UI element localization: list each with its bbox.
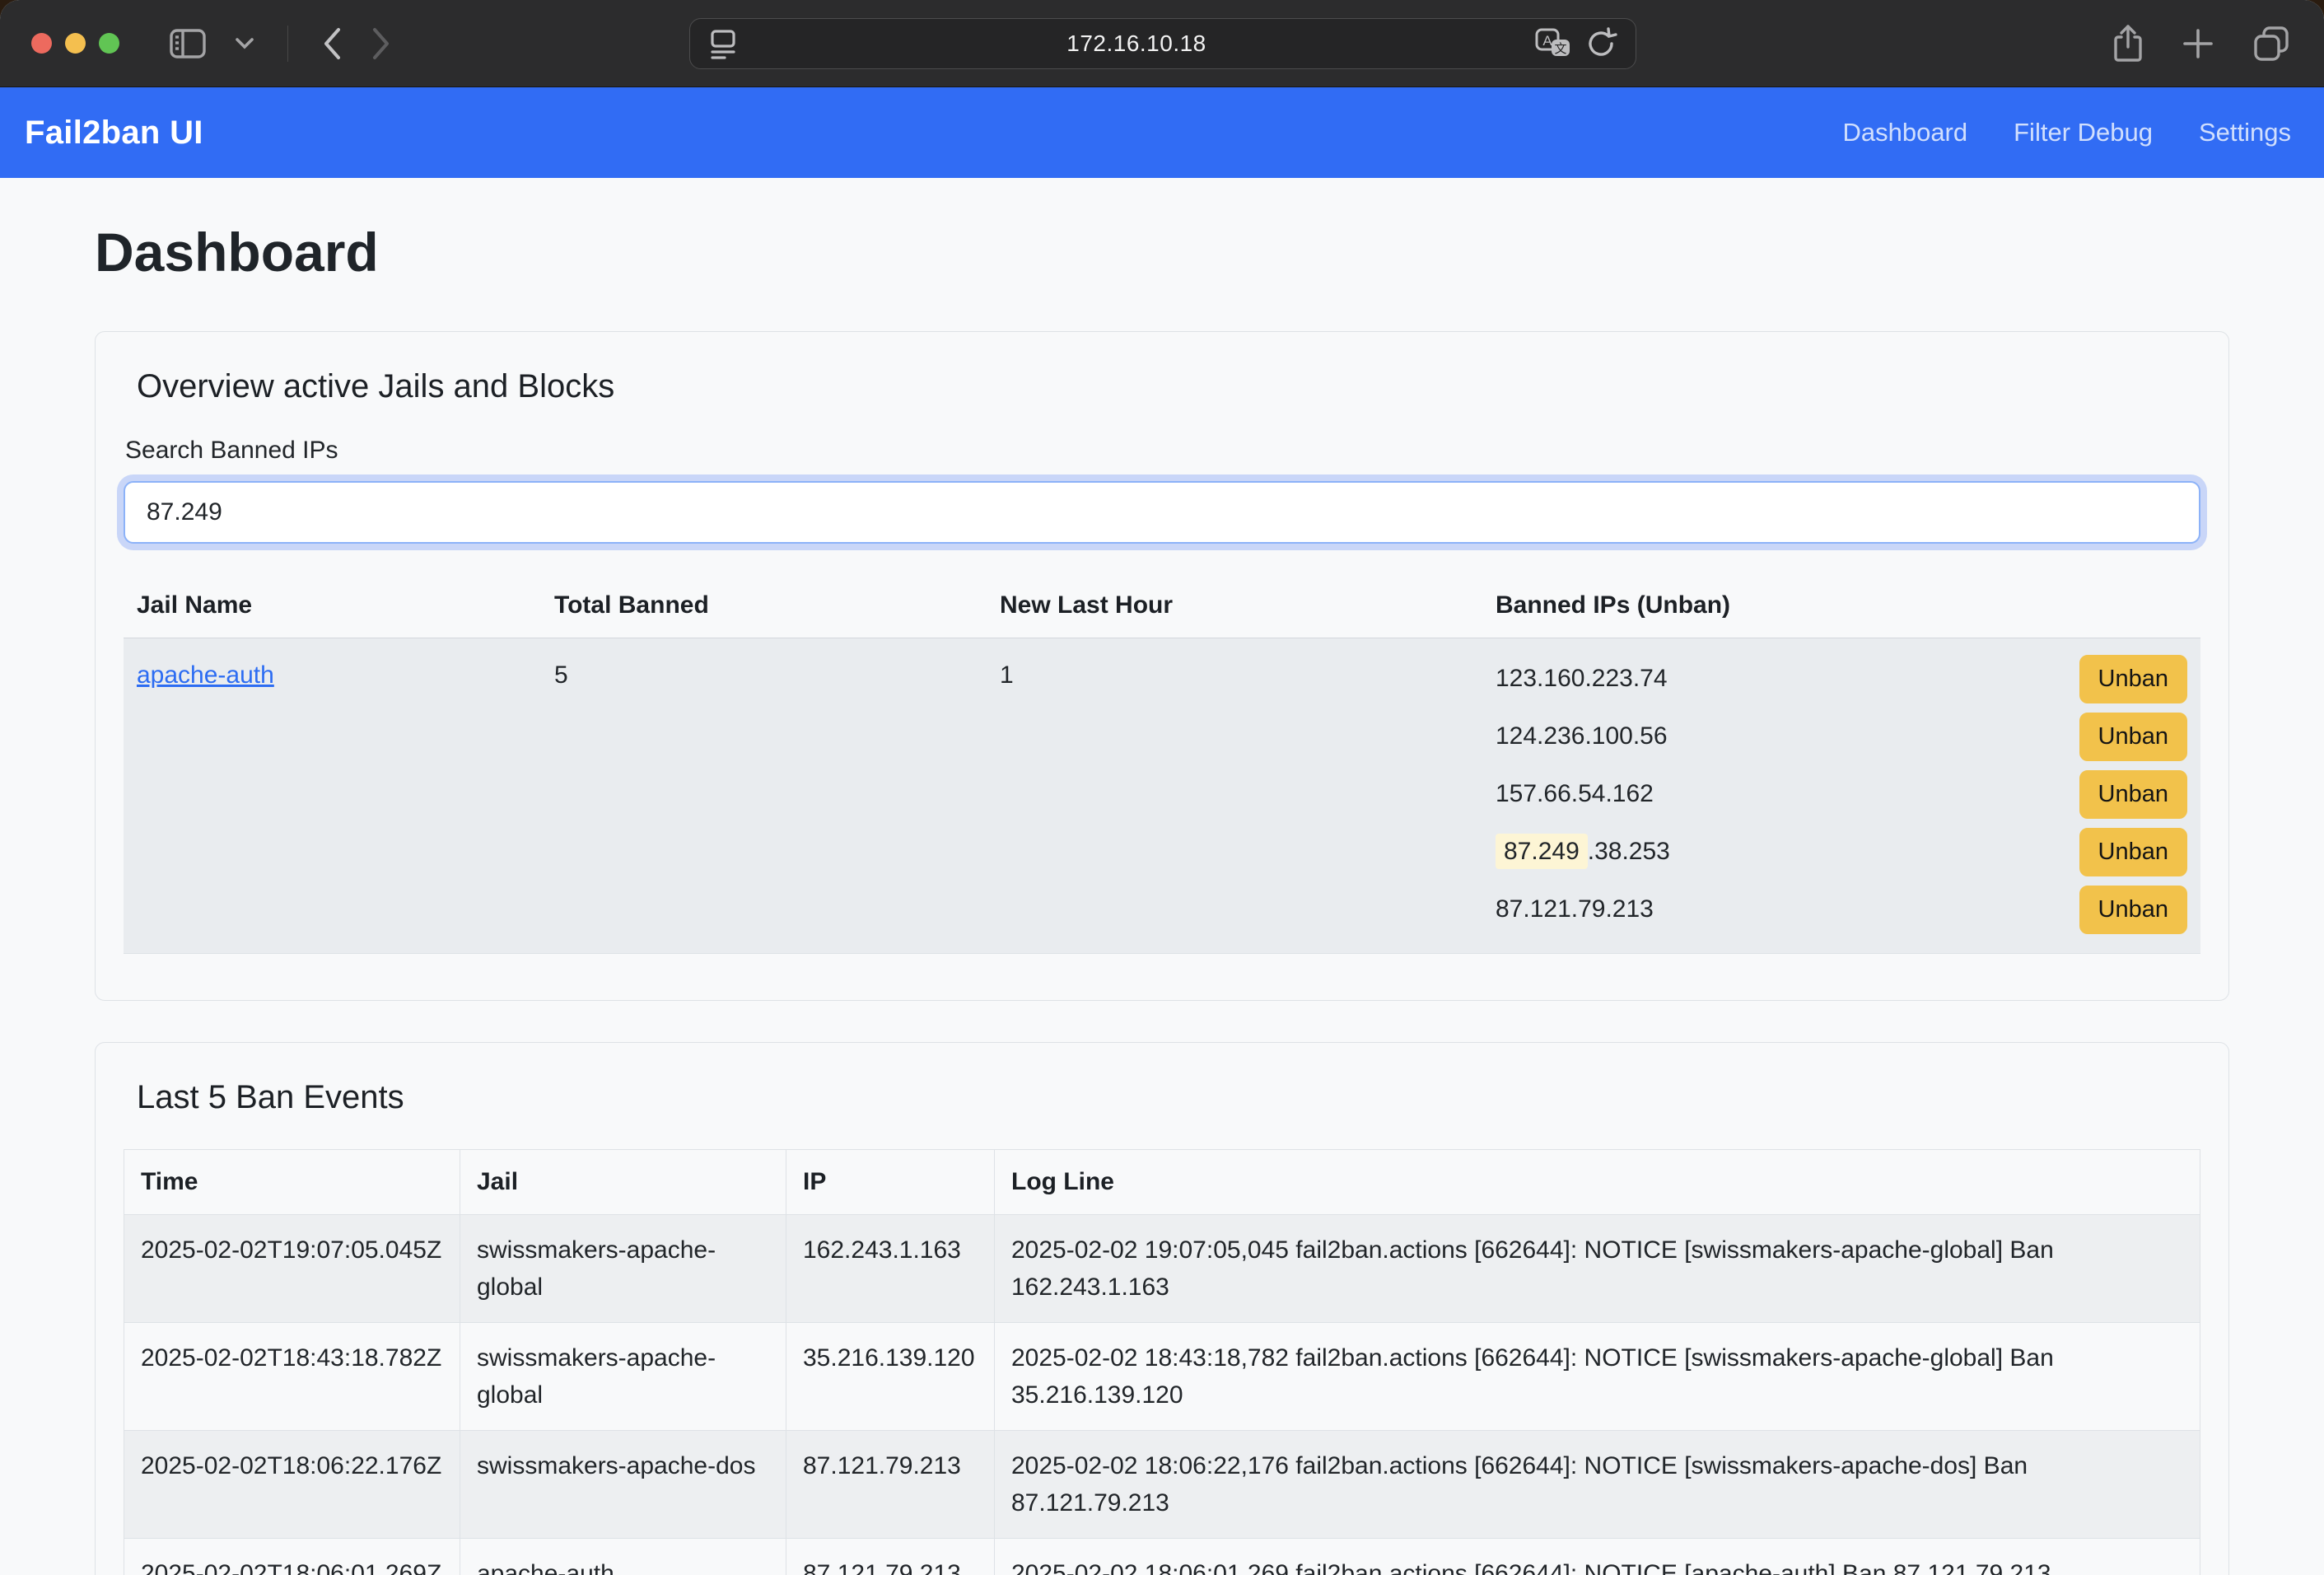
browser-toolbar: 172.16.10.18 A 文 [0, 0, 2324, 87]
event-ip: 87.121.79.213 [786, 1539, 995, 1575]
nav-item-filter-debug[interactable]: Filter Debug [2014, 118, 2153, 147]
nav-item-dashboard[interactable]: Dashboard [1842, 118, 1967, 147]
nav-item-settings[interactable]: Settings [2199, 118, 2291, 147]
tab-overview-icon[interactable] [2252, 24, 2291, 63]
col-new-last-hour: New Last Hour [987, 578, 1482, 638]
ban-event-row: 2025-02-02T18:06:01.269Z apache-auth 87.… [124, 1539, 2200, 1575]
events-header-row: Time Jail IP Log Line [124, 1150, 2200, 1215]
col-jail-name: Jail Name [124, 578, 541, 638]
ban-events-card: Last 5 Ban Events Time Jail IP Log Line … [95, 1042, 2229, 1575]
event-ip: 35.216.139.120 [786, 1323, 995, 1431]
ban-events-table: Time Jail IP Log Line 2025-02-02T19:07:0… [124, 1149, 2200, 1575]
banned-ips-cell: 123.160.223.74 Unban 124.236.100.56 Unba… [1482, 638, 2200, 954]
event-time: 2025-02-02T18:06:01.269Z [124, 1539, 460, 1575]
banned-ip-value: 157.66.54.162 [1496, 780, 1654, 808]
banned-ip-row: 124.236.100.56 Unban [1482, 708, 2200, 765]
share-icon[interactable] [2112, 24, 2144, 63]
total-banned-cell: 5 [541, 638, 987, 954]
event-log-line: 2025-02-02 18:06:22,176 fail2ban.actions… [995, 1431, 2200, 1539]
event-jail: swissmakers-apache-global [460, 1215, 786, 1323]
event-jail: apache-auth [460, 1539, 786, 1575]
jail-row: apache-auth 5 1 123.160.223.74 [124, 638, 2200, 954]
browser-window: 172.16.10.18 A 文 [0, 0, 2324, 1575]
banned-ip-row: 87.121.79.213 Unban [1482, 881, 2200, 938]
traffic-lights [31, 33, 119, 54]
col-log-line: Log Line [995, 1150, 2200, 1215]
event-jail: swissmakers-apache-global [460, 1323, 786, 1431]
banned-ip-list: 123.160.223.74 Unban 124.236.100.56 Unba… [1482, 638, 2200, 953]
page-title: Dashboard [95, 221, 2229, 283]
svg-text:A: A [1542, 33, 1552, 49]
minimize-window-button[interactable] [65, 33, 86, 54]
col-banned-ips: Banned IPs (Unban) [1482, 578, 2200, 638]
app-navbar: Fail2ban UI Dashboard Filter Debug Setti… [0, 87, 2324, 178]
page-content: Dashboard Overview active Jails and Bloc… [0, 178, 2324, 1575]
jails-table-header-row: Jail Name Total Banned New Last Hour Ban… [124, 578, 2200, 638]
nav-links: Dashboard Filter Debug Settings [1842, 118, 2291, 147]
event-time: 2025-02-02T18:43:18.782Z [124, 1323, 460, 1431]
sidebar-toggle-icon[interactable] [169, 27, 207, 60]
event-log-line: 2025-02-02 18:06:01,269 fail2ban.actions… [995, 1539, 2200, 1575]
address-bar[interactable]: 172.16.10.18 A 文 [689, 18, 1636, 69]
ban-events-card-title: Last 5 Ban Events [137, 1079, 2200, 1116]
col-total-banned: Total Banned [541, 578, 987, 638]
banned-ip-row: 157.66.54.162 Unban [1482, 765, 2200, 823]
forward-button[interactable] [371, 26, 392, 61]
ban-event-row: 2025-02-02T18:06:22.176Z swissmakers-apa… [124, 1431, 2200, 1539]
sidebar-chevron-down-icon[interactable] [235, 37, 254, 50]
ban-event-row: 2025-02-02T19:07:05.045Z swissmakers-apa… [124, 1215, 2200, 1323]
unban-button[interactable]: Unban [2079, 886, 2187, 934]
event-log-line: 2025-02-02 19:07:05,045 fail2ban.actions… [995, 1215, 2200, 1323]
event-time: 2025-02-02T19:07:05.045Z [124, 1215, 460, 1323]
unban-button[interactable]: Unban [2079, 770, 2187, 819]
search-banned-ips-input[interactable] [124, 481, 2200, 544]
zoom-window-button[interactable] [99, 33, 119, 54]
col-time: Time [124, 1150, 460, 1215]
banned-ip-row: 123.160.223.74 Unban [1482, 650, 2200, 708]
banned-ip-row: 87.249.38.253 Unban [1482, 823, 2200, 881]
unban-button[interactable]: Unban [2079, 655, 2187, 703]
svg-text:文: 文 [1554, 42, 1566, 56]
back-button[interactable] [321, 26, 343, 61]
banned-ip-value: 123.160.223.74 [1496, 665, 1668, 693]
reload-icon[interactable] [1586, 27, 1617, 60]
jail-link[interactable]: apache-auth [137, 661, 274, 689]
jails-table: Jail Name Total Banned New Last Hour Ban… [124, 578, 2200, 954]
col-ip: IP [786, 1150, 995, 1215]
unban-button[interactable]: Unban [2079, 828, 2187, 876]
translate-icon[interactable]: A 文 [1535, 28, 1571, 59]
ban-event-row: 2025-02-02T18:43:18.782Z swissmakers-apa… [124, 1323, 2200, 1431]
event-log-line: 2025-02-02 18:43:18,782 fail2ban.actions… [995, 1323, 2200, 1431]
close-window-button[interactable] [31, 33, 52, 54]
event-ip: 162.243.1.163 [786, 1215, 995, 1323]
search-match-highlight: 87.249 [1496, 834, 1588, 869]
banned-ip-value: 87.121.79.213 [1496, 895, 1654, 923]
brand-logo[interactable]: Fail2ban UI [25, 115, 203, 152]
overview-card-title: Overview active Jails and Blocks [137, 368, 2200, 405]
overview-card: Overview active Jails and Blocks Search … [95, 331, 2229, 1001]
col-jail: Jail [460, 1150, 786, 1215]
reader-mode-icon[interactable] [708, 27, 738, 60]
event-time: 2025-02-02T18:06:22.176Z [124, 1431, 460, 1539]
event-jail: swissmakers-apache-dos [460, 1431, 786, 1539]
toolbar-divider [287, 26, 288, 62]
new-last-hour-cell: 1 [987, 638, 1482, 954]
event-ip: 87.121.79.213 [786, 1431, 995, 1539]
url-text: 172.16.10.18 [738, 30, 1535, 57]
unban-button[interactable]: Unban [2079, 713, 2187, 761]
banned-ip-value: 124.236.100.56 [1496, 722, 1668, 750]
search-banned-ips-label: Search Banned IPs [125, 437, 2199, 465]
jail-name-cell: apache-auth [124, 638, 541, 954]
banned-ip-value: 87.249.38.253 [1496, 838, 1670, 866]
new-tab-icon[interactable] [2181, 26, 2215, 61]
